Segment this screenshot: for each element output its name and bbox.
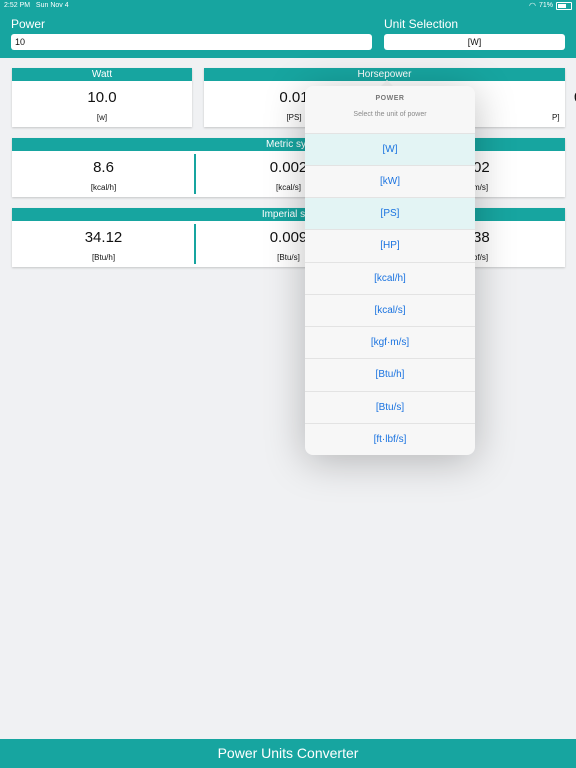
unit-picker-popover: POWER Select the unit of power [W] [kW] … [305,86,475,455]
imperial-btuh-value: 34.12 [84,229,123,246]
unit-option-kw[interactable]: [kW] [305,165,475,197]
imperial-ftlbfs-unit: bf/s] [473,253,489,262]
unit-option-kcals[interactable]: [kcal/s] [305,294,475,326]
unit-option-ftlbfs[interactable]: [ft·lbf/s] [305,423,475,455]
horsepower-hp-unit: P] [552,113,560,122]
metric-kgfms-unit: m/s] [473,183,489,192]
watt-card: Watt 10.0 [w] [12,68,192,127]
power-label: Power [11,17,46,31]
popover-subtitle: Select the unit of power [353,111,427,118]
metric-card: Metric sys 8.6 [kcal/h] 0.002 [kcal/s] 0… [12,138,565,197]
watt-cell: 10.0 [w] [12,81,192,127]
unit-selection-label: Unit Selection [384,17,459,31]
unit-option-ps[interactable]: [PS] [305,197,475,229]
status-time: 2:52 PM [4,2,31,9]
unit-option-kcalh[interactable]: [kcal/h] [305,262,475,294]
imperial-cell-btuh: 34.12 [Btu/h] [12,221,195,267]
status-time-date: 2:52 PM Sun Nov 4 [4,0,69,12]
unit-option-btus[interactable]: [Btu/s] [305,391,475,423]
metric-kcalh-unit: [kcal/h] [90,183,117,192]
status-right: ◠ 71% [529,0,572,12]
watt-value: 10.0 [87,89,117,106]
imperial-card: Imperial sys 34.12 [Btu/h] 0.009 [Btu/s]… [12,208,565,267]
battery-percent: 71% [538,2,553,9]
metric-cell-kcalh: 8.6 [kcal/h] [12,151,195,197]
imperial-card-title: Imperial sys [12,208,565,221]
unit-option-hp[interactable]: [HP] [305,229,475,261]
status-date: Sun Nov 4 [35,2,69,9]
unit-option-w[interactable]: [W] [305,133,475,165]
unit-option-btuh[interactable]: [Btu/h] [305,358,475,390]
battery-icon [556,2,572,10]
footer-title: Power Units Converter [0,739,576,768]
metric-kcalh-value: 8.6 [93,159,114,176]
unit-selection-button[interactable]: [W] [384,34,565,50]
popover-title: POWER [375,95,405,102]
unit-option-kgfms[interactable]: [kgf·m/s] [305,326,475,358]
watt-unit: [w] [96,113,108,122]
imperial-btuh-unit: [Btu/h] [91,253,116,262]
imperial-ftlbfs-value: 38 [473,229,490,246]
watt-card-title: Watt [12,68,192,81]
wifi-icon: ◠ [529,1,536,10]
status-bar: 2:52 PM Sun Nov 4 ◠ 71% [0,0,576,12]
metric-card-title: Metric sys [12,138,565,151]
metric-kgfms-value: 02 [473,159,490,176]
power-input[interactable] [11,34,372,50]
